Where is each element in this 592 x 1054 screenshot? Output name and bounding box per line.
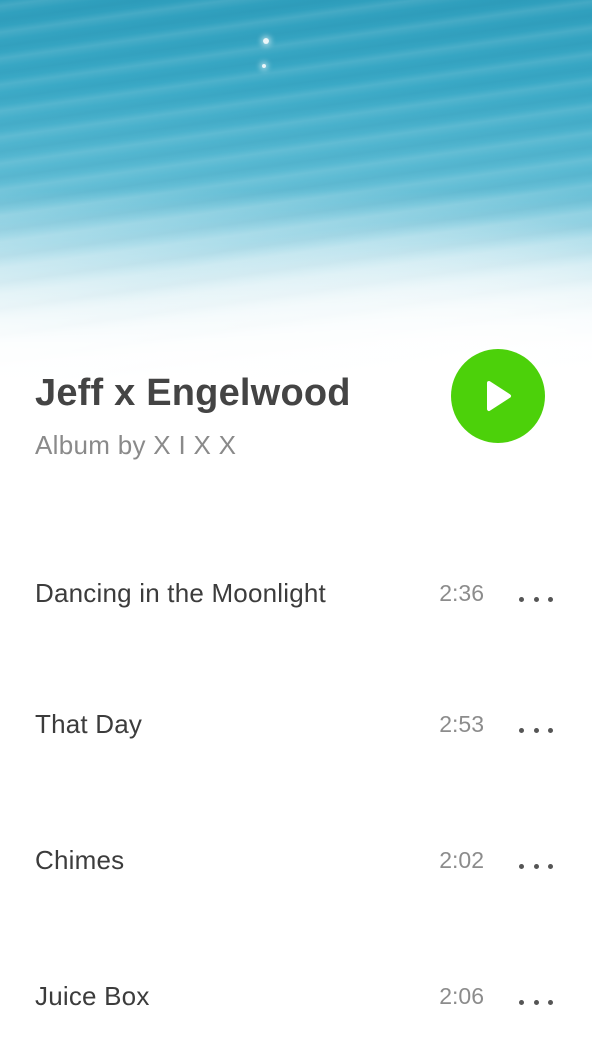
track-row[interactable]: Chimes 2:02 <box>0 833 592 893</box>
track-title: Juice Box <box>35 981 150 1011</box>
track-duration: 2:36 <box>439 580 484 606</box>
album-artist-subtitle: Album by X I X X <box>35 430 237 460</box>
track-duration: 2:02 <box>439 847 484 873</box>
track-title: Chimes <box>35 845 125 875</box>
play-button[interactable] <box>451 349 545 443</box>
album-title: Jeff x Engelwood <box>35 372 351 414</box>
more-horizontal-icon <box>519 596 524 602</box>
track-duration: 2:06 <box>439 983 484 1009</box>
track-row[interactable]: Juice Box 2:06 <box>0 969 592 1029</box>
album-screen: Jeff x Engelwood Album by X I X X Dancin… <box>0 0 592 1054</box>
more-horizontal-icon <box>519 999 524 1005</box>
track-row[interactable]: That Day 2:53 <box>0 697 592 757</box>
more-horizontal-icon <box>519 727 524 733</box>
more-options-button[interactable] <box>519 592 553 606</box>
track-duration: 2:53 <box>439 711 484 737</box>
more-options-button[interactable] <box>519 995 553 1009</box>
more-options-button[interactable] <box>519 723 553 737</box>
track-title: That Day <box>35 709 143 739</box>
track-row[interactable]: Dancing in the Moonlight 2:36 <box>0 566 592 626</box>
water-sparkle <box>262 64 266 68</box>
play-icon <box>487 381 511 411</box>
more-horizontal-icon <box>519 863 524 869</box>
water-sparkle <box>263 38 269 44</box>
track-title: Dancing in the Moonlight <box>35 578 326 608</box>
more-options-button[interactable] <box>519 859 553 873</box>
